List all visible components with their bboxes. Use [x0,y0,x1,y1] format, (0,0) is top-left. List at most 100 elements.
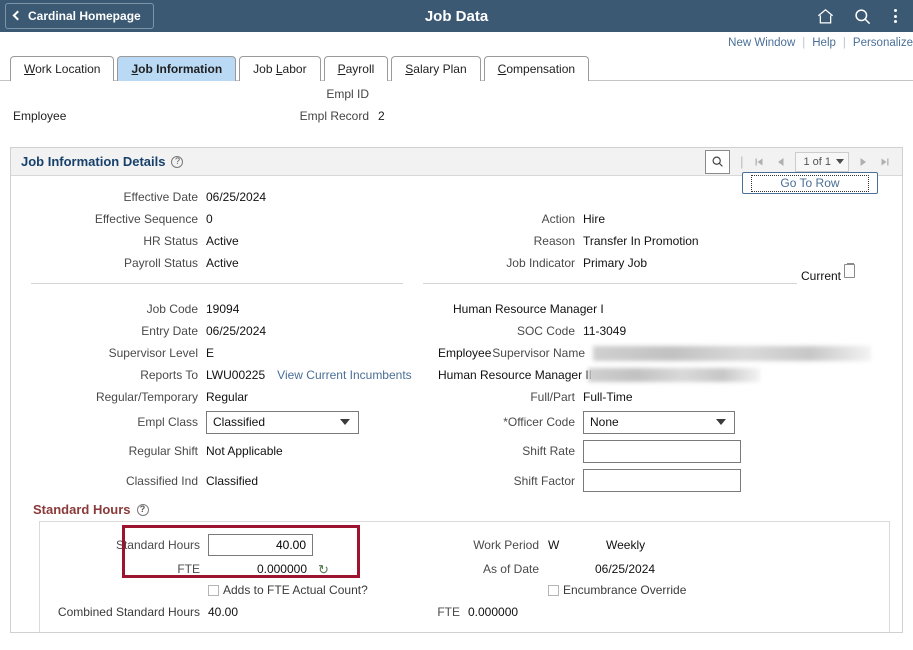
field-reason: Reason Transfer In Promotion [423,230,902,252]
field-classified-ind: Classified Ind Classified [11,466,423,495]
new-window-link[interactable]: New Window [728,37,795,49]
field-officer-code: *Officer Code None [423,408,902,436]
field-full-part: Full/Part Full-Time [423,386,902,408]
payroll-status-label: Payroll Status [123,256,198,270]
tab-compensation[interactable]: Compensation [483,56,590,81]
regular-shift-label: Regular Shift [128,444,198,458]
reports-to-value: LWU00225 [206,368,266,382]
job-code-value: 19094 [206,302,240,316]
effective-right-column: Action Hire Reason Transfer In Promotion… [423,186,902,284]
encumbrance-override-checkbox-row: Encumbrance Override [548,583,686,597]
reason-value: Transfer In Promotion [583,234,699,248]
effective-sequence-label: Effective Sequence [94,212,198,226]
help-link[interactable]: Help [812,37,836,49]
soc-code-value: 11-3049 [583,324,627,338]
work-period-description: Weekly [606,538,646,552]
officer-code-label: *Officer Code [503,415,575,429]
supervisor-name-label: Supervisor Name [492,346,585,360]
tab-work-location[interactable]: Work Location [10,56,115,81]
field-regular-temporary: Regular/Temporary Regular [11,386,423,408]
field-adds-to-fte: Adds to FTE Actual Count? [40,580,432,600]
work-period-label: Work Period [473,538,539,552]
hr-status-value: Active [206,234,239,248]
payroll-status-value: Active [206,256,239,270]
search-icon[interactable] [853,7,872,26]
effective-date-value: 06/25/2024 [206,190,267,204]
field-shift-rate: Shift Rate [423,436,902,466]
back-to-homepage-button[interactable]: Cardinal Homepage [5,3,154,29]
next-page-icon[interactable] [852,151,874,173]
link-separator-1: | [802,36,806,49]
officer-code-dropdown[interactable]: None [583,410,735,434]
tab-payroll[interactable]: Payroll [323,56,389,81]
field-standard-hours: Standard Hours [40,532,432,558]
job-title-row: Human Resource Manager I [423,298,902,320]
as-of-date-label: As of Date [482,562,539,576]
tab-bar: Work Location Job Information Job Labor … [0,53,913,81]
standard-hours-input[interactable] [208,534,313,556]
entry-date-value: 06/25/2024 [206,324,267,338]
chevron-down-icon [836,159,844,164]
combined-standard-hours-value: 40.00 [208,605,239,619]
panel-title: Job Information Details [21,154,166,169]
job-title-value: Human Resource Manager I [453,302,604,316]
job-right-column: Human Resource Manager I SOC Code 11-304… [423,298,902,495]
adds-to-fte-checkbox[interactable] [208,584,219,596]
app-header: Cardinal Homepage Job Data [0,0,913,32]
encumbrance-override-checkbox[interactable] [548,584,559,596]
utility-links: New Window | Help | Personalize [0,32,913,53]
help-icon[interactable]: ? [171,155,184,168]
panel-body: Go To Row Current Effective Date 06/25/2… [11,172,902,632]
officer-code-selected-value: None [590,415,619,429]
field-effective-sequence: Effective Sequence 0 [11,208,423,230]
page-position-dropdown[interactable]: 1 of 1 [795,151,849,172]
standard-hours-columns: Standard Hours FTE 0.000000 ↻ Adds to FT… [40,532,889,624]
shift-factor-input[interactable] [583,469,741,492]
chevron-down-icon [716,419,726,425]
standard-hours-label: Standard Hours [115,538,200,552]
field-encumbrance-override: Encumbrance Override [432,580,889,600]
supervisor-level-label: Supervisor Level [108,346,198,360]
tab-salary-plan[interactable]: Salary Plan [391,56,481,81]
effective-date-label: Effective Date [123,190,198,204]
view-current-incumbents-link[interactable]: View Current Incumbents [277,368,412,382]
field-action: Action Hire [423,208,902,230]
regular-temporary-value: Regular [206,390,249,404]
kebab-menu-icon[interactable] [890,7,901,25]
pager-divider: | [740,154,744,169]
empl-record-value: 2 [378,109,385,123]
field-payroll-status: Payroll Status Active [11,252,423,274]
shift-rate-input[interactable] [583,439,741,463]
effective-sequence-value: 0 [206,212,213,226]
field-hr-status: HR Status Active [11,230,423,252]
employee-word: Employee [438,346,492,360]
home-icon[interactable] [816,7,835,26]
field-empl-class: Empl Class Classified [11,408,423,436]
standard-hours-section-title: Standard Hours ? [11,495,902,521]
tab-job-information[interactable]: Job Information [117,56,237,81]
regular-shift-value: Not Applicable [206,444,283,458]
classified-ind-label: Classified Ind [125,473,198,488]
standard-hours-help-icon[interactable]: ? [136,503,149,516]
link-separator-2: | [842,36,846,49]
adds-to-fte-checkbox-row: Adds to FTE Actual Count? [208,583,368,597]
fte-label: FTE [177,562,200,576]
refresh-icon[interactable]: ↻ [318,563,329,576]
full-part-value: Full-Time [583,390,633,404]
page-position-label: 1 of 1 [803,155,831,168]
pager-search-icon[interactable] [705,149,731,174]
empl-class-selected-value: Classified [213,415,266,429]
combined-standard-hours-label: Combined Standard Hours [57,605,200,619]
personalize-link[interactable]: Personalize [853,37,913,49]
empl-class-dropdown[interactable]: Classified [206,410,359,434]
job-indicator-value: Primary Job [583,256,648,270]
tab-job-labor[interactable]: Job Labor [239,56,321,81]
right-divider [423,283,797,284]
first-page-icon[interactable] [748,151,770,173]
empl-id-label: Empl ID [326,87,369,101]
last-page-icon[interactable] [874,151,896,173]
previous-page-icon[interactable] [770,151,792,173]
regular-temporary-label: Regular/Temporary [95,390,198,404]
back-button-label: Cardinal Homepage [28,9,141,23]
field-effective-date: Effective Date 06/25/2024 [11,186,423,208]
